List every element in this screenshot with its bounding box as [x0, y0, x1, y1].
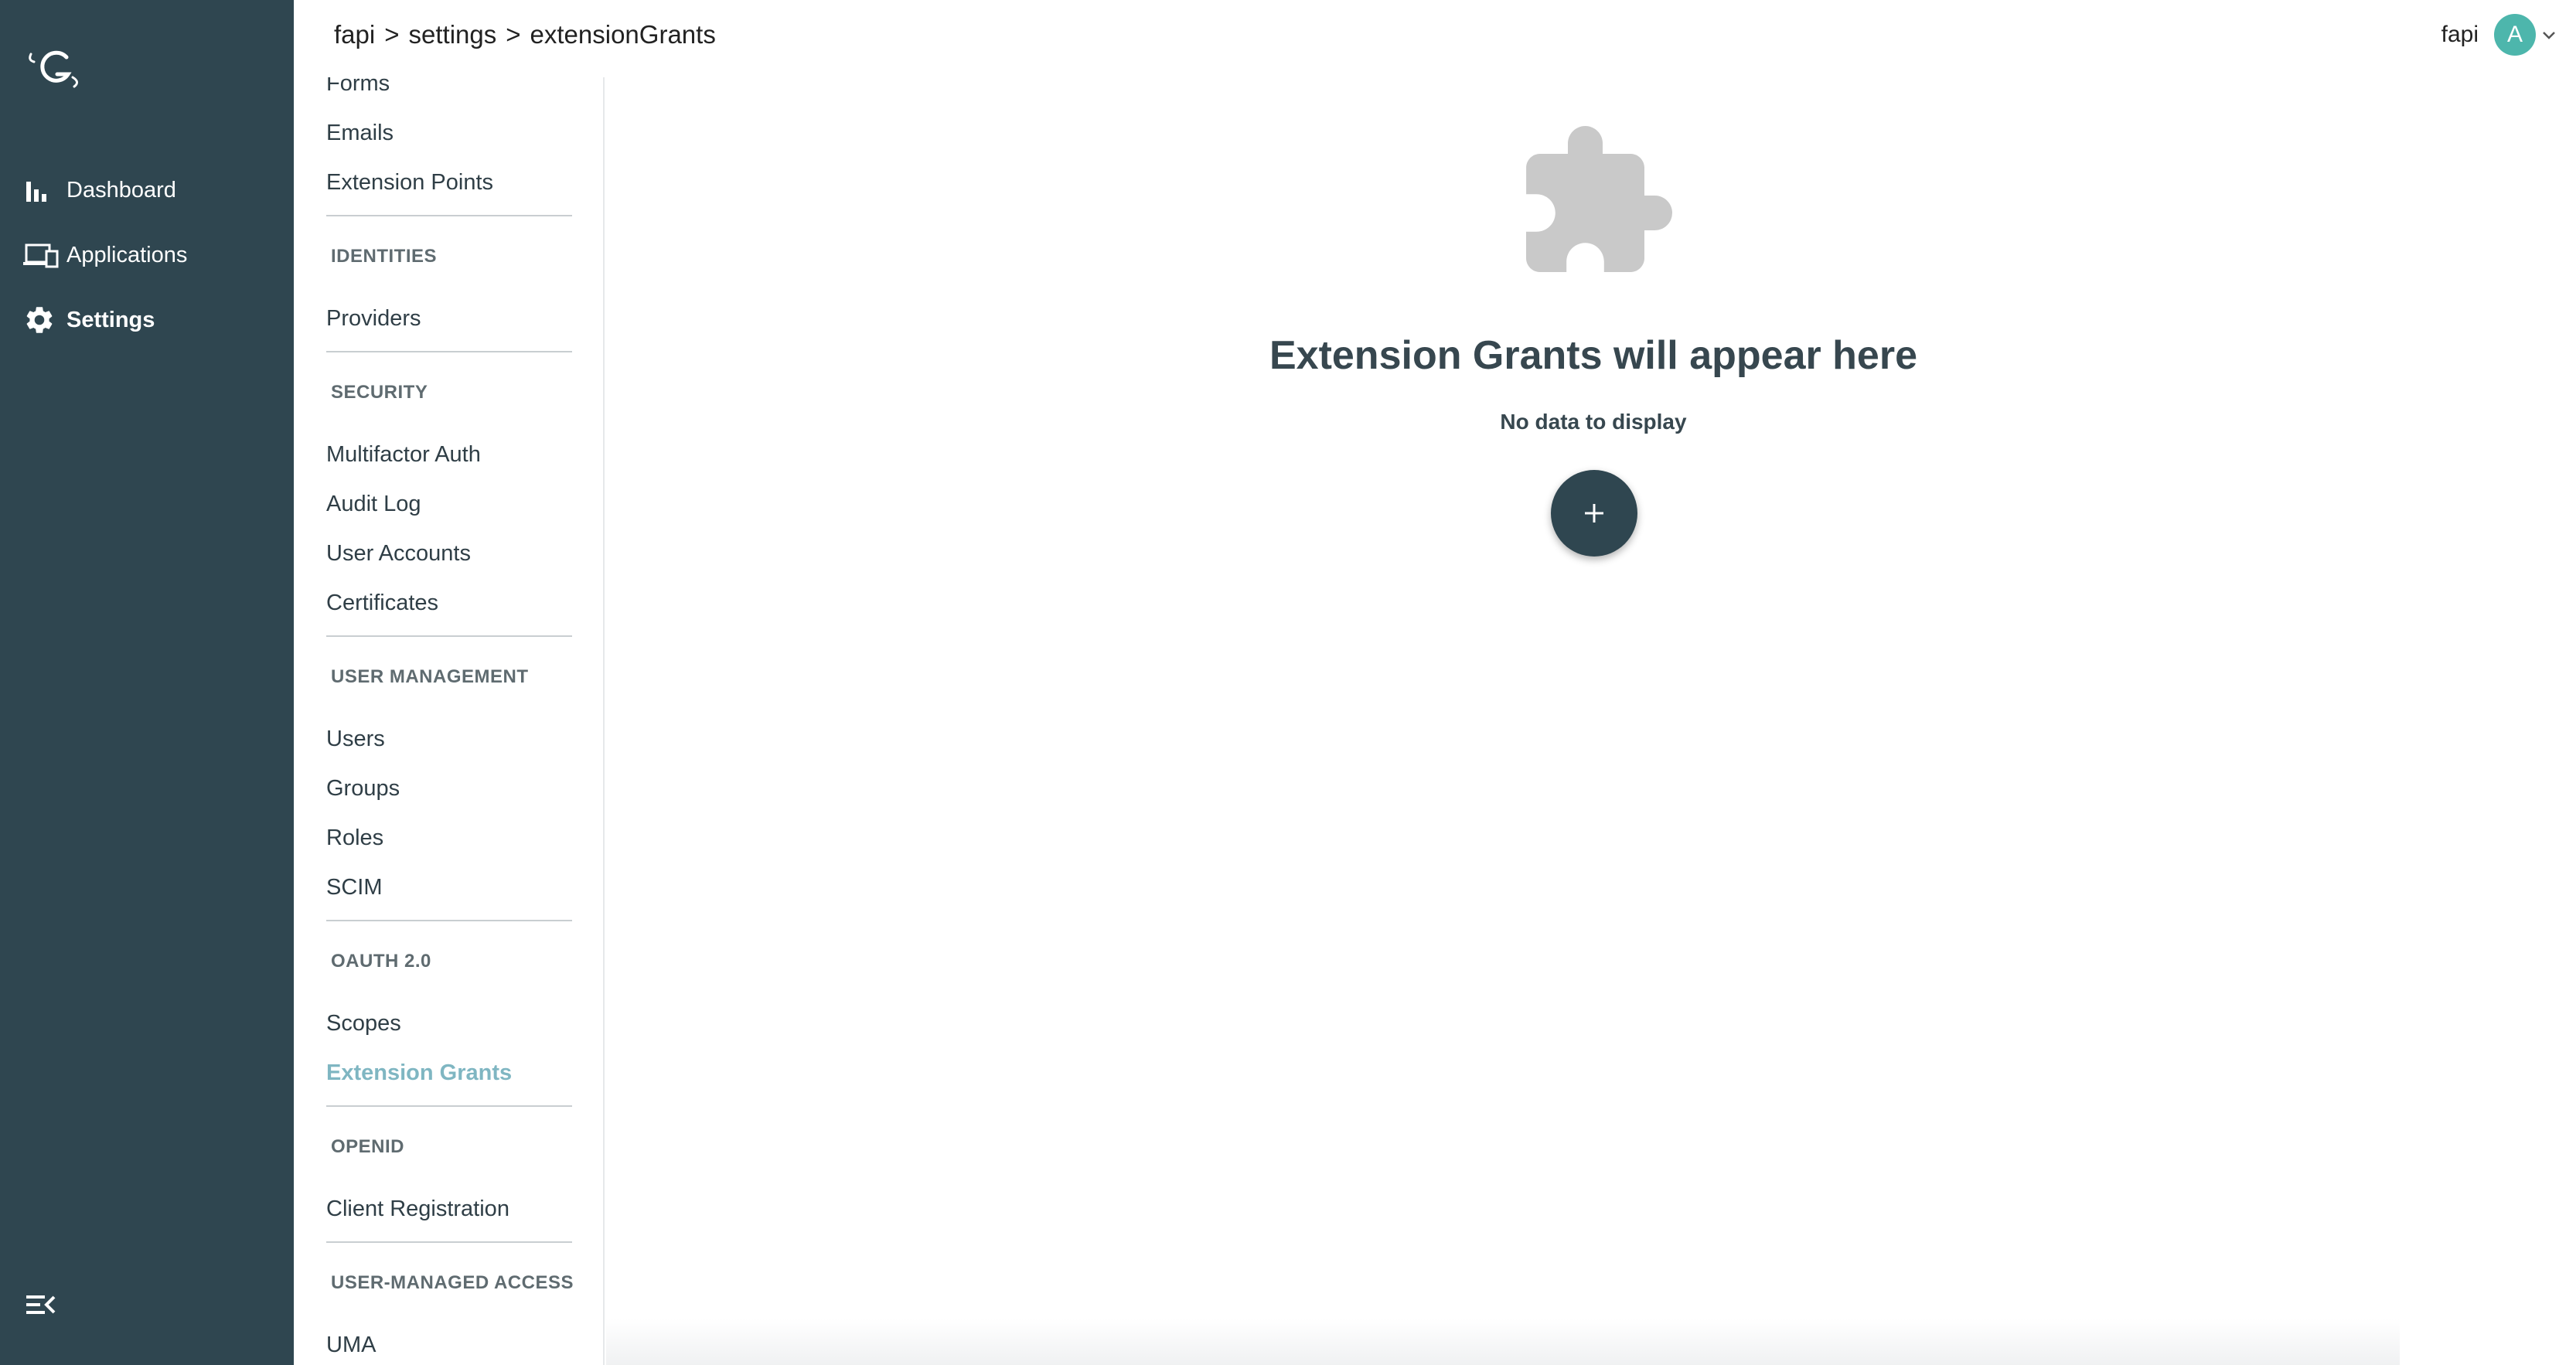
submenu-item-users[interactable]: Users	[326, 727, 385, 752]
nav-applications[interactable]: Applications	[23, 232, 187, 278]
submenu-item-multifactor-auth[interactable]: Multifactor Auth	[326, 442, 481, 468]
submenu-divider	[326, 1105, 572, 1107]
submenu-item-extension-grants[interactable]: Extension Grants	[326, 1060, 512, 1086]
submenu-divider	[326, 215, 572, 216]
submenu-item-emails[interactable]: Emails	[326, 121, 394, 146]
submenu-item-extension-points[interactable]: Extension Points	[326, 170, 493, 196]
submenu-item-uma[interactable]: UMA	[326, 1333, 376, 1358]
submenu-heading-identities: IDENTITIES	[331, 246, 438, 267]
submenu-heading-oauth: OAUTH 2.0	[331, 951, 431, 972]
submenu-item-client-registration[interactable]: Client Registration	[326, 1197, 509, 1222]
main-nav: Dashboard Applications Settings	[0, 0, 294, 1365]
nav-dashboard-label: Dashboard	[66, 177, 176, 203]
breadcrumb: fapi > settings > extensionGrants	[334, 17, 716, 53]
gravitee-logo[interactable]	[26, 43, 85, 90]
submenu-item-certificates[interactable]: Certificates	[326, 591, 438, 616]
submenu-heading-openid: OPENID	[331, 1136, 405, 1157]
collapse-menu-icon[interactable]	[23, 1288, 57, 1322]
empty-state-subtitle: No data to display	[1500, 410, 1687, 434]
nav-dashboard[interactable]: Dashboard	[23, 167, 176, 213]
puzzle-piece-icon	[1526, 126, 1672, 272]
main-content: Extension Grants will appear here No dat…	[606, 77, 2576, 1365]
submenu-item-scopes[interactable]: Scopes	[326, 1011, 401, 1037]
submenu-item-audit-log[interactable]: Audit Log	[326, 492, 421, 517]
gear-icon	[23, 301, 62, 339]
submenu-item-forms[interactable]: Forms	[326, 77, 390, 97]
submenu-item-providers[interactable]: Providers	[326, 306, 421, 332]
bar-chart-icon	[23, 171, 62, 209]
submenu-item-scim[interactable]: SCIM	[326, 875, 383, 900]
submenu-heading-security: SECURITY	[331, 382, 428, 403]
user-menu[interactable]: fapi A	[2441, 12, 2557, 57]
breadcrumb-separator: >	[384, 20, 400, 49]
add-extension-grant-button[interactable]	[1551, 470, 1637, 557]
submenu-divider	[326, 635, 572, 637]
devices-icon	[23, 236, 62, 274]
submenu-item-roles[interactable]: Roles	[326, 825, 383, 851]
settings-submenu: Forms Emails Extension Points IDENTITIES…	[294, 77, 605, 1365]
empty-state-title: Extension Grants will appear here	[1269, 333, 1918, 378]
submenu-divider	[326, 351, 572, 352]
breadcrumb-settings[interactable]: settings	[409, 20, 497, 49]
nav-settings-label: Settings	[66, 307, 155, 332]
submenu-heading-user-management: USER MANAGEMENT	[331, 666, 529, 687]
plus-icon	[1585, 504, 1603, 523]
submenu-heading-uma: USER-MANAGED ACCESS	[331, 1272, 574, 1293]
breadcrumb-separator: >	[506, 20, 521, 49]
submenu-item-groups[interactable]: Groups	[326, 776, 400, 802]
bottom-shadow	[606, 1319, 2400, 1365]
breadcrumb-domain[interactable]: fapi	[334, 20, 375, 49]
submenu-divider	[326, 920, 572, 921]
chevron-down-icon[interactable]	[2540, 26, 2557, 43]
user-name: fapi	[2441, 22, 2479, 47]
breadcrumb-current: extensionGrants	[530, 20, 716, 49]
nav-settings[interactable]: Settings	[23, 297, 155, 343]
avatar[interactable]: A	[2494, 14, 2536, 56]
nav-applications-label: Applications	[66, 242, 188, 267]
submenu-divider	[326, 1241, 572, 1243]
submenu-item-user-accounts[interactable]: User Accounts	[326, 541, 471, 567]
